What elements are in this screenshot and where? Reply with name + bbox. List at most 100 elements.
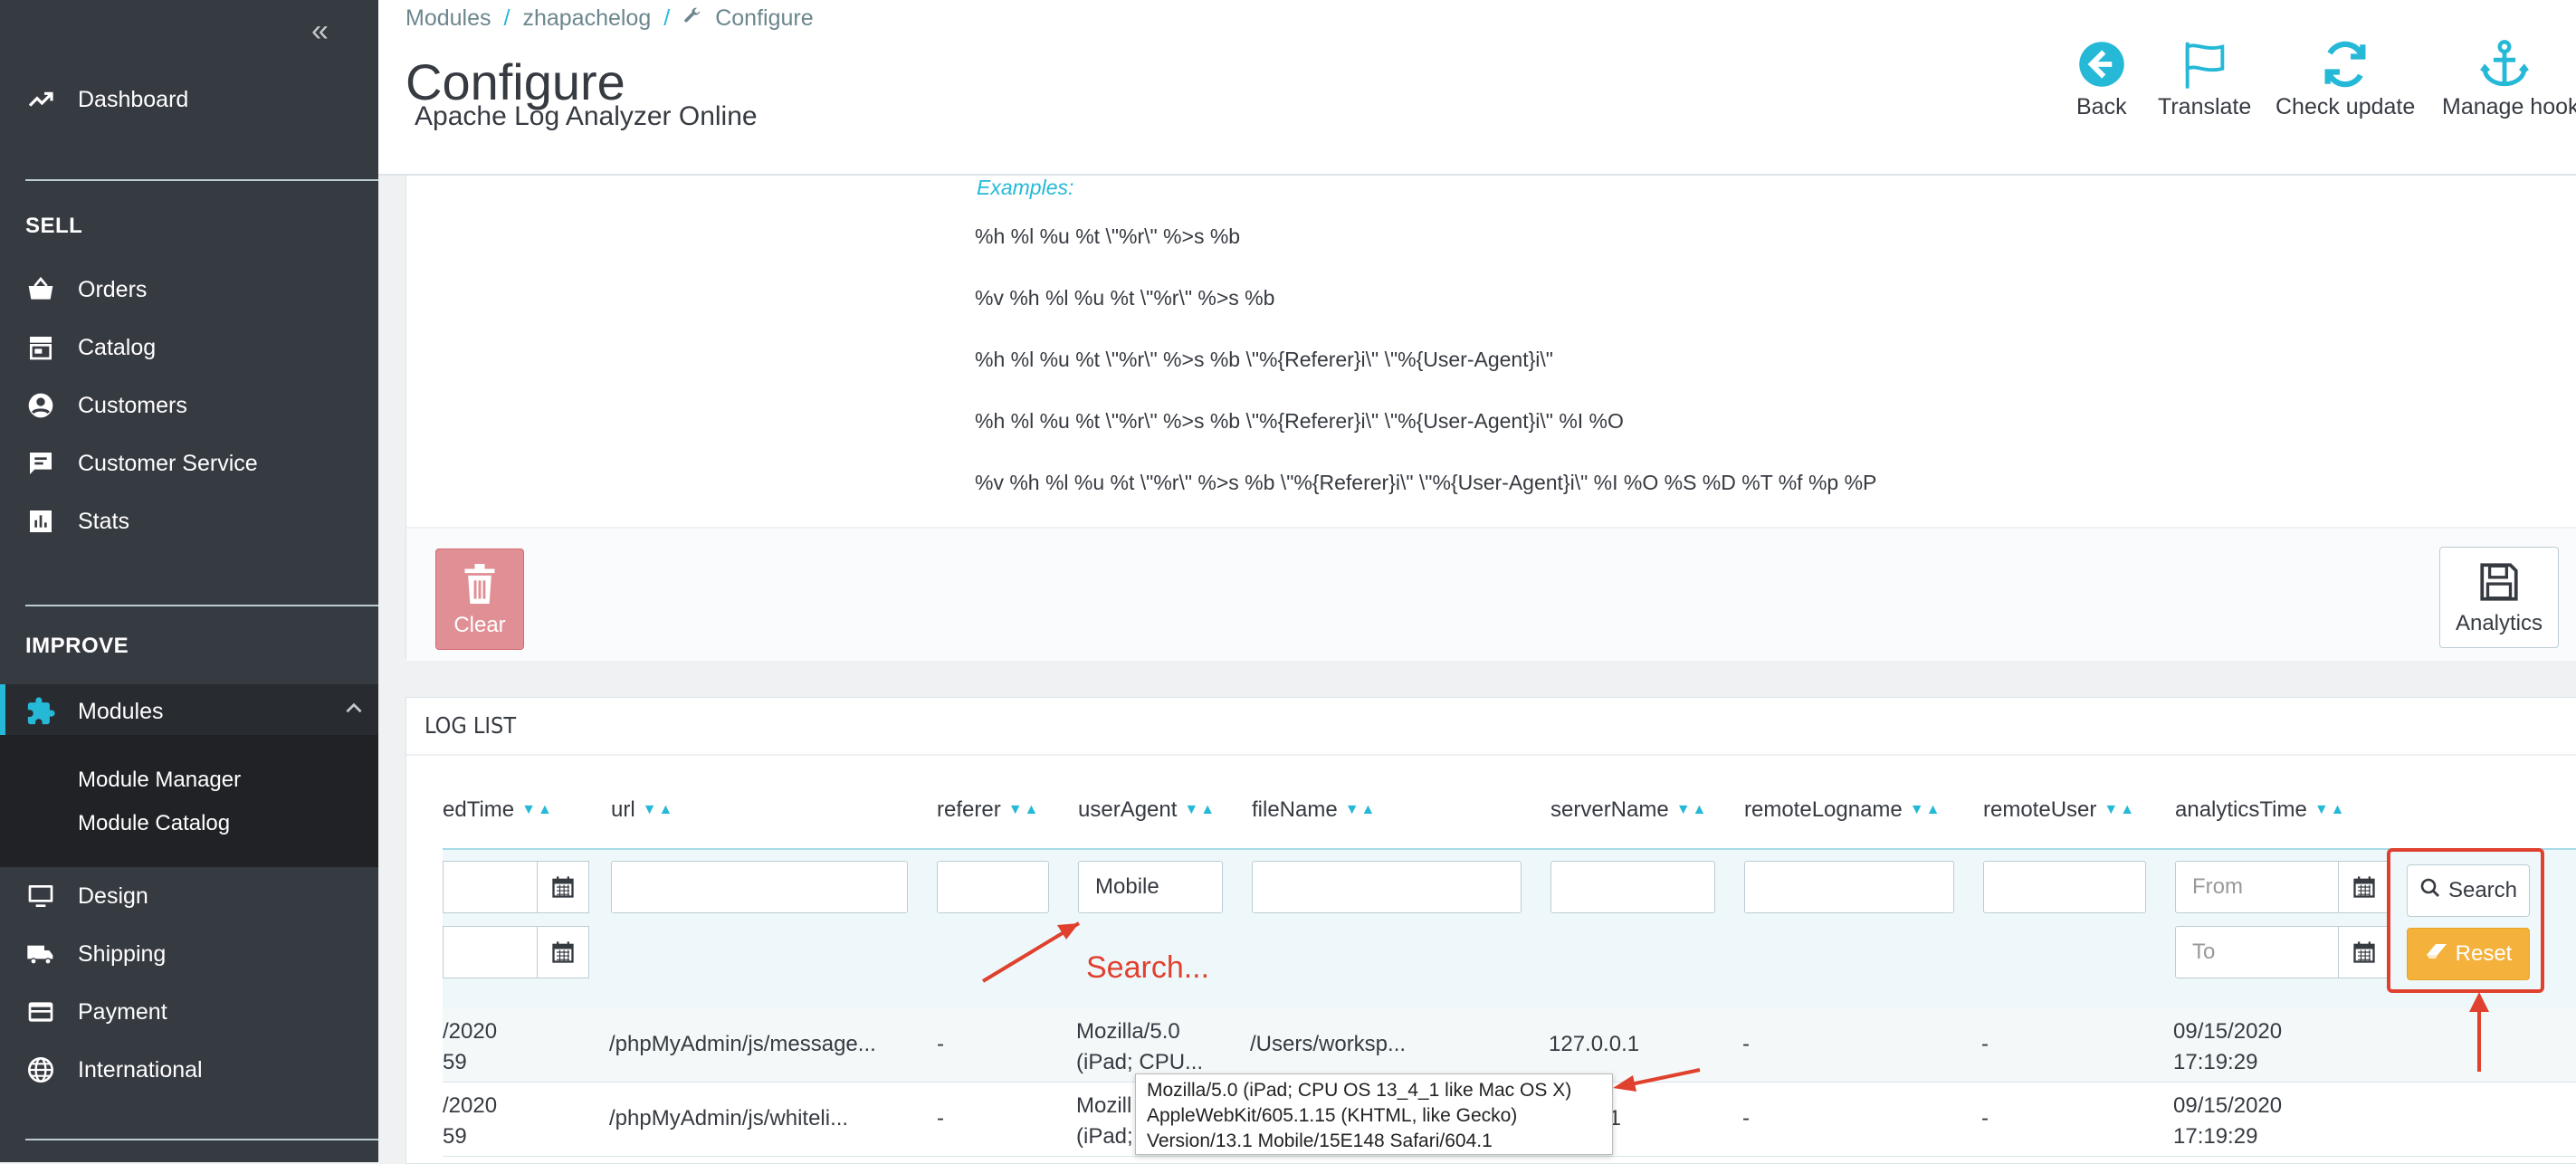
sidebar-subitem-module-catalog[interactable]: Module Catalog <box>78 811 230 836</box>
analytics-button[interactable]: Analytics <box>2439 547 2559 648</box>
analytics-from-input[interactable]: From <box>2175 861 2340 913</box>
annotation-search-hint: Search... <box>1086 950 1210 985</box>
sidebar-subitem-module-manager[interactable]: Module Manager <box>78 768 241 793</box>
column-header[interactable]: url ▼▲ <box>611 797 674 823</box>
cell-url: /phpMyAdmin/js/whiteli... <box>609 1106 849 1131</box>
clear-button[interactable]: Clear <box>435 549 524 650</box>
column-label: edTime <box>443 797 515 822</box>
calendar-icon[interactable] <box>2338 861 2390 913</box>
save-icon <box>2476 559 2522 611</box>
remoteuser-filter-input[interactable] <box>1983 861 2146 913</box>
cell-analyticstime: 09/15/2020 17:19:29 <box>2173 1019 2283 1074</box>
calendar-icon[interactable] <box>2338 926 2390 978</box>
breadcrumb-item-modules[interactable]: Modules <box>405 5 491 32</box>
url-filter-input[interactable] <box>611 861 908 913</box>
sort-icon[interactable]: ▼▲ <box>1008 802 1041 818</box>
sort-icon[interactable]: ▼▲ <box>2314 802 2347 818</box>
column-label: referer <box>937 797 1001 822</box>
manage-hooks-button[interactable]: Manage hook <box>2442 34 2576 120</box>
sidebar-item-international[interactable]: International <box>0 1045 378 1095</box>
column-header[interactable]: referer ▼▲ <box>937 797 1040 823</box>
bar-chart-icon <box>25 506 56 537</box>
column-header[interactable]: serverName ▼▲ <box>1550 797 1708 823</box>
globe-icon <box>25 1054 56 1085</box>
back-arrow-icon <box>2077 34 2126 94</box>
annotation-arrow-icon <box>2469 992 2489 1072</box>
column-label: fileName <box>1252 797 1338 822</box>
sidebar-item-label: Design <box>78 883 148 909</box>
annotation-arrow-icon <box>1613 1068 1701 1092</box>
useragent-filter-input[interactable]: Mobile <box>1078 861 1223 913</box>
page-subtitle: Apache Log Analyzer Online <box>415 101 758 131</box>
column-label: url <box>611 797 635 822</box>
analytics-to-input[interactable]: To <box>2175 926 2340 978</box>
sort-icon[interactable]: ▼▲ <box>2104 802 2136 818</box>
sidebar: « Dashboard SELL Orders Catalog Customer… <box>0 0 378 1162</box>
column-label: userAgent <box>1078 797 1178 822</box>
table-row: /2020 59 /phpMyAdmin/js/message... - Moz… <box>443 1009 2576 1083</box>
cell-remoteuser: - <box>1981 1032 1989 1056</box>
sidebar-item-catalog[interactable]: Catalog <box>0 322 378 373</box>
panel-footer <box>406 527 2576 661</box>
cell-useragent: Mozilla/5.0 (iPad; CPU... <box>1076 1019 1204 1074</box>
column-label: remoteLogname <box>1744 797 1903 822</box>
time-from-input[interactable] <box>443 861 540 913</box>
sidebar-item-label: Customer Service <box>78 450 258 476</box>
sidebar-item-customers[interactable]: Customers <box>0 380 378 431</box>
annotation-arrow-icon <box>981 921 1081 983</box>
sidebar-item-orders[interactable]: Orders <box>0 264 378 315</box>
divider <box>25 1139 378 1140</box>
translate-button[interactable]: Translate <box>2158 34 2251 120</box>
divider <box>25 605 378 606</box>
sort-icon[interactable]: ▼▲ <box>521 802 554 818</box>
calendar-icon[interactable] <box>537 926 589 978</box>
sort-icon[interactable]: ▼▲ <box>1345 802 1378 818</box>
column-header[interactable]: fileName ▼▲ <box>1252 797 1377 823</box>
servername-filter-input[interactable] <box>1550 861 1715 913</box>
column-header[interactable]: userAgent ▼▲ <box>1078 797 1216 823</box>
sidebar-item-label: Customers <box>78 392 187 418</box>
sidebar-item-customer-service[interactable]: Customer Service <box>0 438 378 489</box>
sort-icon[interactable]: ▼▲ <box>1910 802 1942 818</box>
sort-icon[interactable]: ▼▲ <box>1184 802 1216 818</box>
tooltip-line: Version/13.1 Mobile/15E148 Safari/604.1 <box>1147 1131 1493 1151</box>
collapse-sidebar-icon[interactable]: « <box>311 13 329 49</box>
time-to-input[interactable] <box>443 926 540 978</box>
manage-hooks-label: Manage hook <box>2442 94 2576 119</box>
column-header[interactable]: analyticsTime ▼▲ <box>2175 797 2347 823</box>
sidebar-item-payment[interactable]: Payment <box>0 987 378 1037</box>
cell-remotelogname: - <box>1742 1032 1750 1056</box>
sidebar-item-modules[interactable]: Modules <box>0 684 378 739</box>
referer-filter-input[interactable] <box>937 861 1049 913</box>
sort-icon[interactable]: ▼▲ <box>1676 802 1709 818</box>
truck-icon <box>25 939 56 969</box>
filename-filter-input[interactable] <box>1252 861 1522 913</box>
sidebar-item-label: Modules <box>78 698 164 724</box>
cell-time: /2020 59 <box>443 1093 498 1149</box>
remotelogname-filter-input[interactable] <box>1744 861 1954 913</box>
column-header[interactable]: remoteLogname ▼▲ <box>1744 797 1942 823</box>
basket-icon <box>25 274 56 305</box>
sidebar-item-stats[interactable]: Stats <box>0 496 378 547</box>
panel-header: LOG LIST <box>406 698 2576 756</box>
sidebar-item-dashboard[interactable]: Dashboard <box>0 74 378 125</box>
divider <box>25 179 378 181</box>
breadcrumb-item-module[interactable]: zhapachelog <box>522 5 651 32</box>
column-header[interactable]: remoteUser ▼▲ <box>1983 797 2136 823</box>
chevron-up-icon <box>342 697 366 727</box>
refresh-icon <box>2319 34 2371 94</box>
calendar-icon[interactable] <box>537 861 589 913</box>
config-panel: Examples: %h %l %u %t \"%r\" %>s %b %v %… <box>405 176 2576 661</box>
check-update-button[interactable]: Check update <box>2275 34 2415 120</box>
back-label: Back <box>2076 94 2127 119</box>
cell-filename: /Users/worksp... <box>1250 1032 1407 1056</box>
sidebar-item-design[interactable]: Design <box>0 871 378 921</box>
column-header[interactable]: edTime ▼▲ <box>443 797 554 823</box>
desktop-icon <box>25 881 56 911</box>
sidebar-item-shipping[interactable]: Shipping <box>0 929 378 979</box>
back-button[interactable]: Back <box>2076 34 2127 120</box>
trending-up-icon <box>25 84 56 115</box>
sidebar-item-label: Dashboard <box>78 86 189 112</box>
sort-icon[interactable]: ▼▲ <box>643 802 675 818</box>
trash-icon <box>460 561 500 613</box>
